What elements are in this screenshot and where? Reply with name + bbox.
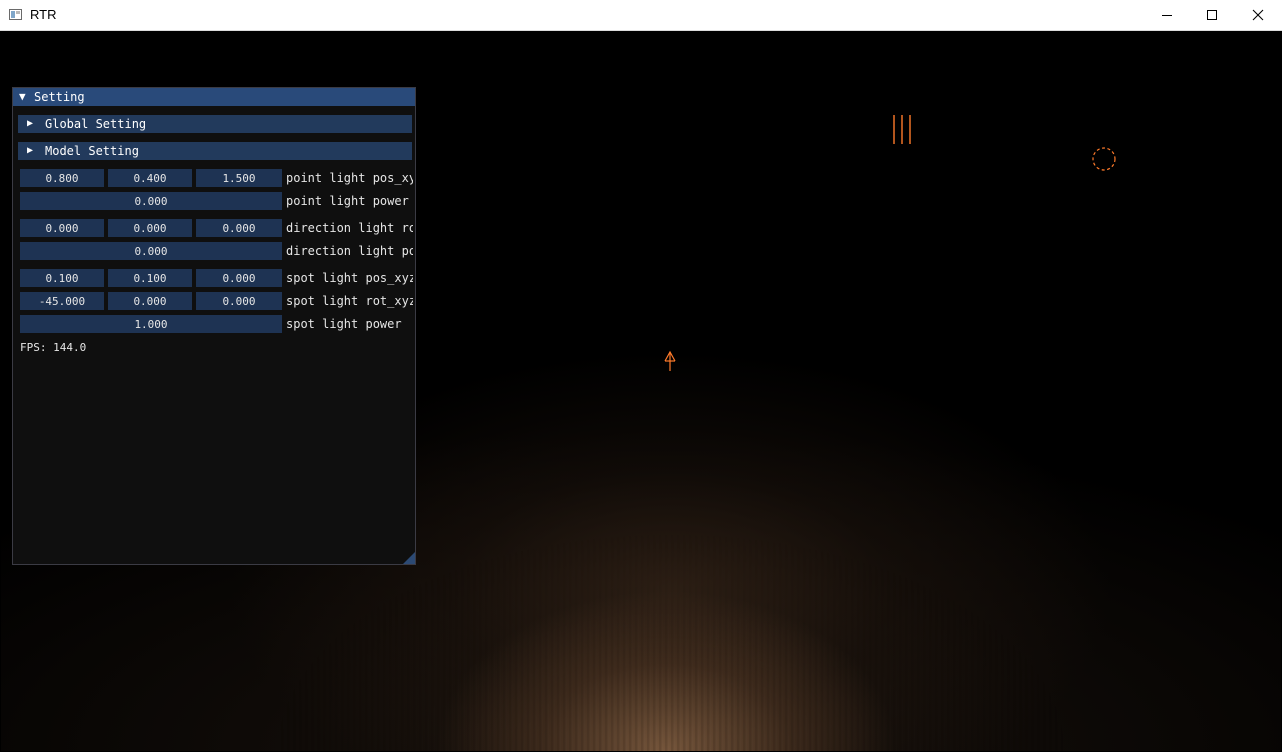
point-light-icon[interactable] — [1091, 146, 1119, 174]
spot-light-icon[interactable] — [661, 349, 681, 373]
fps-readout: FPS: 144.0 — [20, 341, 87, 354]
maximize-button[interactable] — [1189, 0, 1235, 30]
spot-light-pos-x[interactable]: 0.100 — [20, 269, 104, 287]
spot-light-pos-y[interactable]: 0.100 — [108, 269, 192, 287]
direction-light-rot-x[interactable]: 0.000 — [20, 219, 104, 237]
window-titlebar[interactable]: RTR — [0, 0, 1282, 31]
settings-panel[interactable]: ▼ Setting ▶ Global Setting ▶ Model Setti… — [12, 87, 416, 565]
expand-arrow-icon: ▶ — [27, 118, 34, 129]
direction-light-rot-label: direction light ro — [286, 221, 413, 235]
direction-light-power-label: direction light po — [286, 244, 413, 258]
section-global-setting[interactable]: ▶ Global Setting — [18, 115, 412, 133]
direction-light-rot-z[interactable]: 0.000 — [196, 219, 282, 237]
point-light-pos-x[interactable]: 0.800 — [20, 169, 104, 187]
minimize-icon — [1162, 15, 1172, 16]
spot-light-pos-z[interactable]: 0.000 — [196, 269, 282, 287]
window-title: RTR — [30, 7, 57, 22]
point-light-pos-y[interactable]: 0.400 — [108, 169, 192, 187]
minimize-button[interactable] — [1144, 0, 1190, 30]
section-label: Model Setting — [45, 144, 139, 158]
spot-light-rot-z[interactable]: 0.000 — [196, 292, 282, 310]
spot-light-rot-x[interactable]: -45.000 — [20, 292, 104, 310]
section-label: Global Setting — [45, 117, 147, 131]
spot-light-power-slider[interactable]: 1.000 — [20, 315, 282, 333]
panel-header[interactable]: ▼ Setting — [13, 88, 415, 106]
spot-light-power-label: spot light power — [286, 317, 402, 331]
resize-grip[interactable] — [403, 552, 415, 564]
app-icon — [9, 9, 22, 20]
direction-light-icon[interactable] — [889, 113, 917, 147]
panel-title: Setting — [34, 90, 85, 104]
spot-light-rot-label: spot light rot_xyz — [286, 294, 413, 308]
spot-light-rot-y[interactable]: 0.000 — [108, 292, 192, 310]
point-light-power-label: point light power — [286, 194, 409, 208]
direction-light-rot-y[interactable]: 0.000 — [108, 219, 192, 237]
collapse-arrow-icon[interactable]: ▼ — [19, 90, 26, 103]
close-icon — [1252, 9, 1264, 21]
point-light-pos-label: point light pos_xy — [286, 171, 413, 185]
close-button[interactable] — [1235, 0, 1281, 30]
point-light-power-slider[interactable]: 0.000 — [20, 192, 282, 210]
expand-arrow-icon: ▶ — [27, 145, 34, 156]
section-model-setting[interactable]: ▶ Model Setting — [18, 142, 412, 160]
point-light-pos-z[interactable]: 1.500 — [196, 169, 282, 187]
maximize-icon — [1207, 10, 1217, 20]
spot-light-pos-label: spot light pos_xyz — [286, 271, 413, 285]
direction-light-power-slider[interactable]: 0.000 — [20, 242, 282, 260]
